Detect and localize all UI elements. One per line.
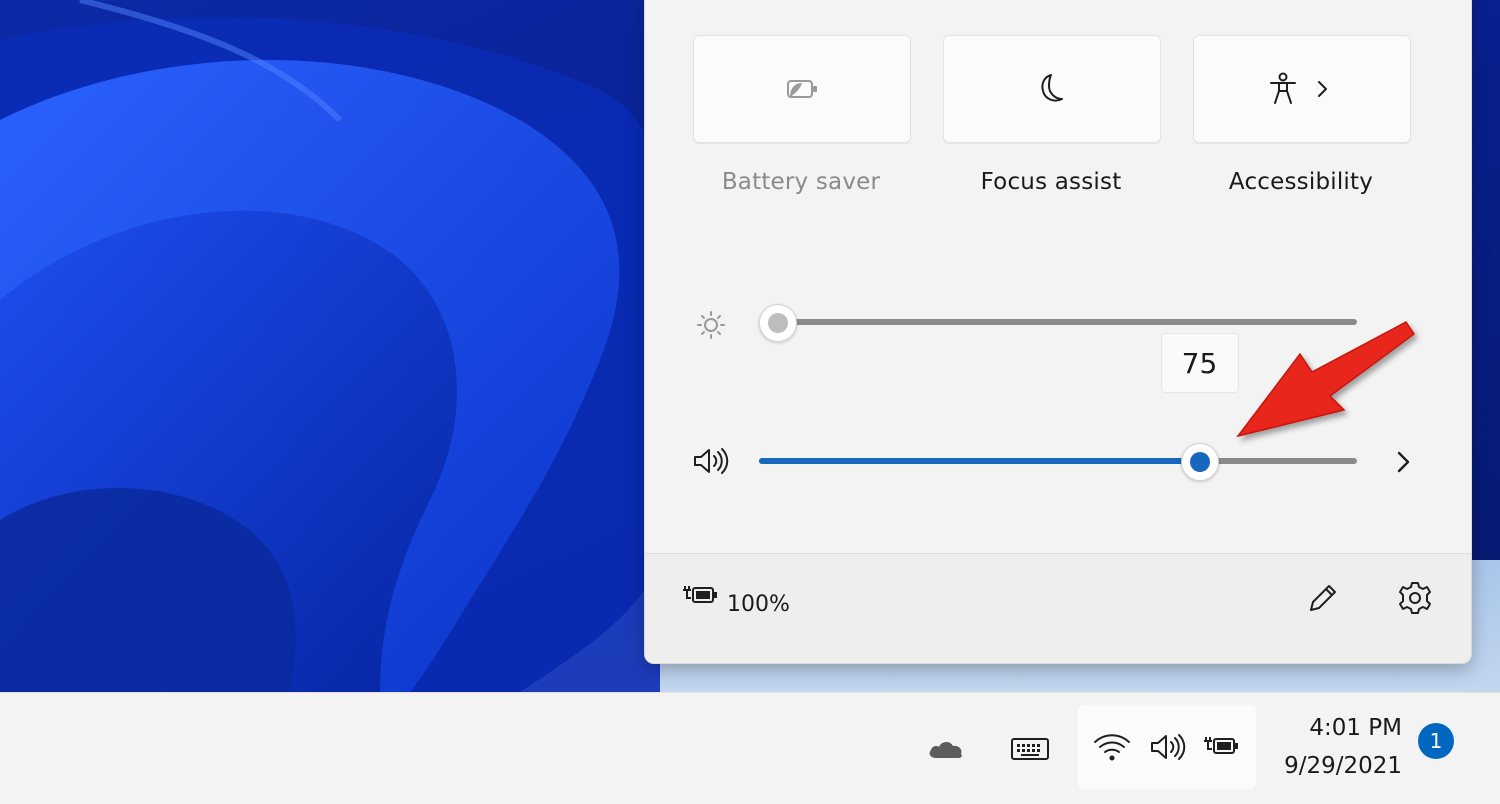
taskbar-time: 4:01 PM (1309, 715, 1402, 741)
accessibility-icon (1270, 72, 1296, 104)
battery-charging-icon (1204, 737, 1238, 754)
focus-assist-label: Focus assist (980, 169, 1122, 195)
annotation-arrow (1236, 321, 1416, 438)
touch-keyboard-icon (1011, 738, 1049, 760)
volume-slider-thumb[interactable] (1180, 443, 1219, 481)
notification-badge[interactable]: 1 (1418, 723, 1454, 759)
battery-saver-icon (787, 80, 817, 98)
battery-percent: 100% (727, 592, 790, 617)
moon-icon (1041, 74, 1063, 102)
chevron-right-icon (1318, 81, 1327, 97)
accessibility-tile[interactable] (1193, 35, 1411, 143)
brightness-slider-thumb[interactable] (759, 304, 797, 342)
wifi-icon (1094, 734, 1130, 761)
taskbar-date: 9/29/2021 (1284, 753, 1402, 779)
audio-output-chevron-icon[interactable] (1389, 447, 1417, 477)
onedrive-tray-button[interactable] (922, 729, 970, 769)
gear-icon[interactable] (1395, 578, 1435, 618)
quick-settings-footer: 100% (645, 553, 1471, 663)
speaker-icon (1151, 734, 1186, 760)
accessibility-label: Accessibility (1228, 169, 1374, 195)
touch-keyboard-button[interactable] (1006, 729, 1054, 769)
quick-settings-tray-button[interactable] (1078, 705, 1256, 789)
taskbar: 4:01 PM 9/29/2021 1 (0, 692, 1500, 804)
sun-icon (697, 311, 725, 339)
battery-saver-tile[interactable] (693, 35, 911, 143)
pencil-icon[interactable] (1303, 578, 1343, 618)
battery-saver-label: Battery saver (721, 169, 881, 195)
speaker-icon[interactable] (691, 445, 731, 477)
battery-charging-icon (683, 586, 717, 603)
focus-assist-tile[interactable] (943, 35, 1161, 143)
onedrive-cloud-icon (929, 741, 962, 758)
battery-status[interactable] (681, 580, 719, 610)
volume-slider-fill (759, 458, 1199, 464)
clock-button[interactable]: 4:01 PM 9/29/2021 (1266, 711, 1402, 791)
